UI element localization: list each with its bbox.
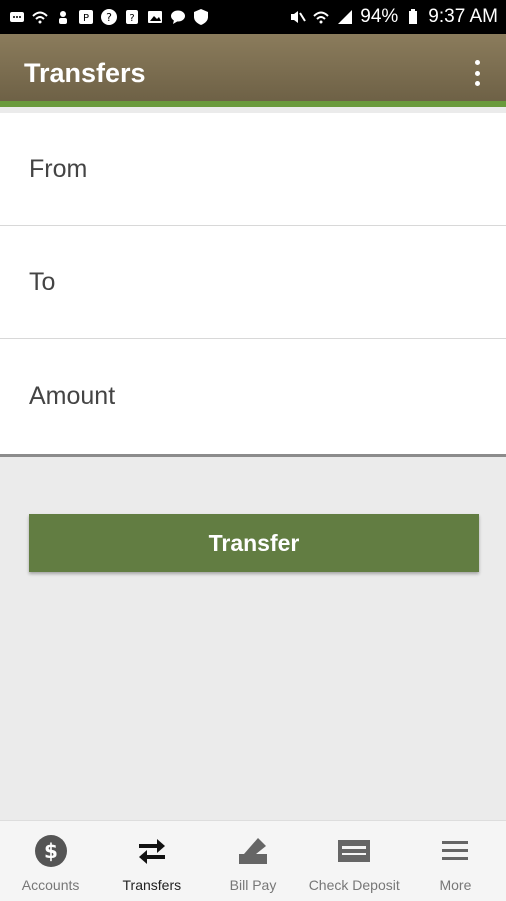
bottom-nav: $ Accounts Transfers Bill Pay Check Depo…: [0, 820, 506, 901]
message-icon: [8, 8, 26, 26]
check-icon: [336, 833, 372, 869]
chat-icon: [169, 8, 187, 26]
nav-check-deposit[interactable]: Check Deposit: [304, 821, 405, 901]
transfer-arrows-icon: [134, 833, 170, 869]
nav-label: Transfers: [122, 877, 182, 893]
svg-text:$: $: [44, 839, 58, 863]
help-icon: ?: [123, 8, 141, 26]
page-title: Transfers: [24, 58, 146, 88]
transfer-button[interactable]: Transfer: [29, 514, 479, 572]
help-icon: ?: [100, 8, 118, 26]
shield-icon: [192, 8, 210, 26]
wifi-icon: [312, 8, 330, 26]
app-bar: Transfers: [0, 34, 506, 107]
nav-label: Bill Pay: [229, 877, 277, 893]
nav-bill-pay[interactable]: Bill Pay: [202, 821, 303, 901]
nav-transfers[interactable]: Transfers: [101, 821, 202, 901]
p-icon: P: [77, 8, 95, 26]
dollar-icon: $: [33, 833, 69, 869]
battery-level: 94%: [360, 6, 399, 27]
to-label: To: [29, 267, 56, 296]
mute-icon: [288, 8, 307, 26]
person-icon: [54, 8, 72, 26]
wifi-icon: [31, 8, 49, 26]
from-label: From: [29, 154, 88, 183]
menu-icon: [437, 833, 473, 869]
nav-label: Check Deposit: [308, 877, 400, 893]
bill-pay-icon: [235, 833, 271, 869]
svg-text:?: ?: [129, 13, 134, 24]
transfer-form: From To Amount: [0, 113, 506, 457]
from-field[interactable]: From: [0, 113, 506, 226]
clock: 9:37 AM: [428, 6, 498, 27]
image-icon: [146, 8, 164, 26]
battery-icon: [404, 8, 422, 26]
svg-text:P: P: [83, 13, 89, 24]
nav-label: Accounts: [21, 877, 80, 893]
svg-text:?: ?: [106, 11, 112, 24]
signal-icon: [336, 8, 354, 26]
amount-field[interactable]: Amount: [0, 339, 506, 454]
nav-accounts[interactable]: $ Accounts: [0, 821, 101, 901]
overflow-menu-icon[interactable]: [470, 60, 484, 86]
nav-label: More: [439, 877, 472, 893]
amount-label: Amount: [29, 382, 116, 410]
nav-more[interactable]: More: [405, 821, 506, 901]
to-field[interactable]: To: [0, 226, 506, 339]
status-bar: P ? ? 94% 9:37 AM: [0, 0, 506, 34]
